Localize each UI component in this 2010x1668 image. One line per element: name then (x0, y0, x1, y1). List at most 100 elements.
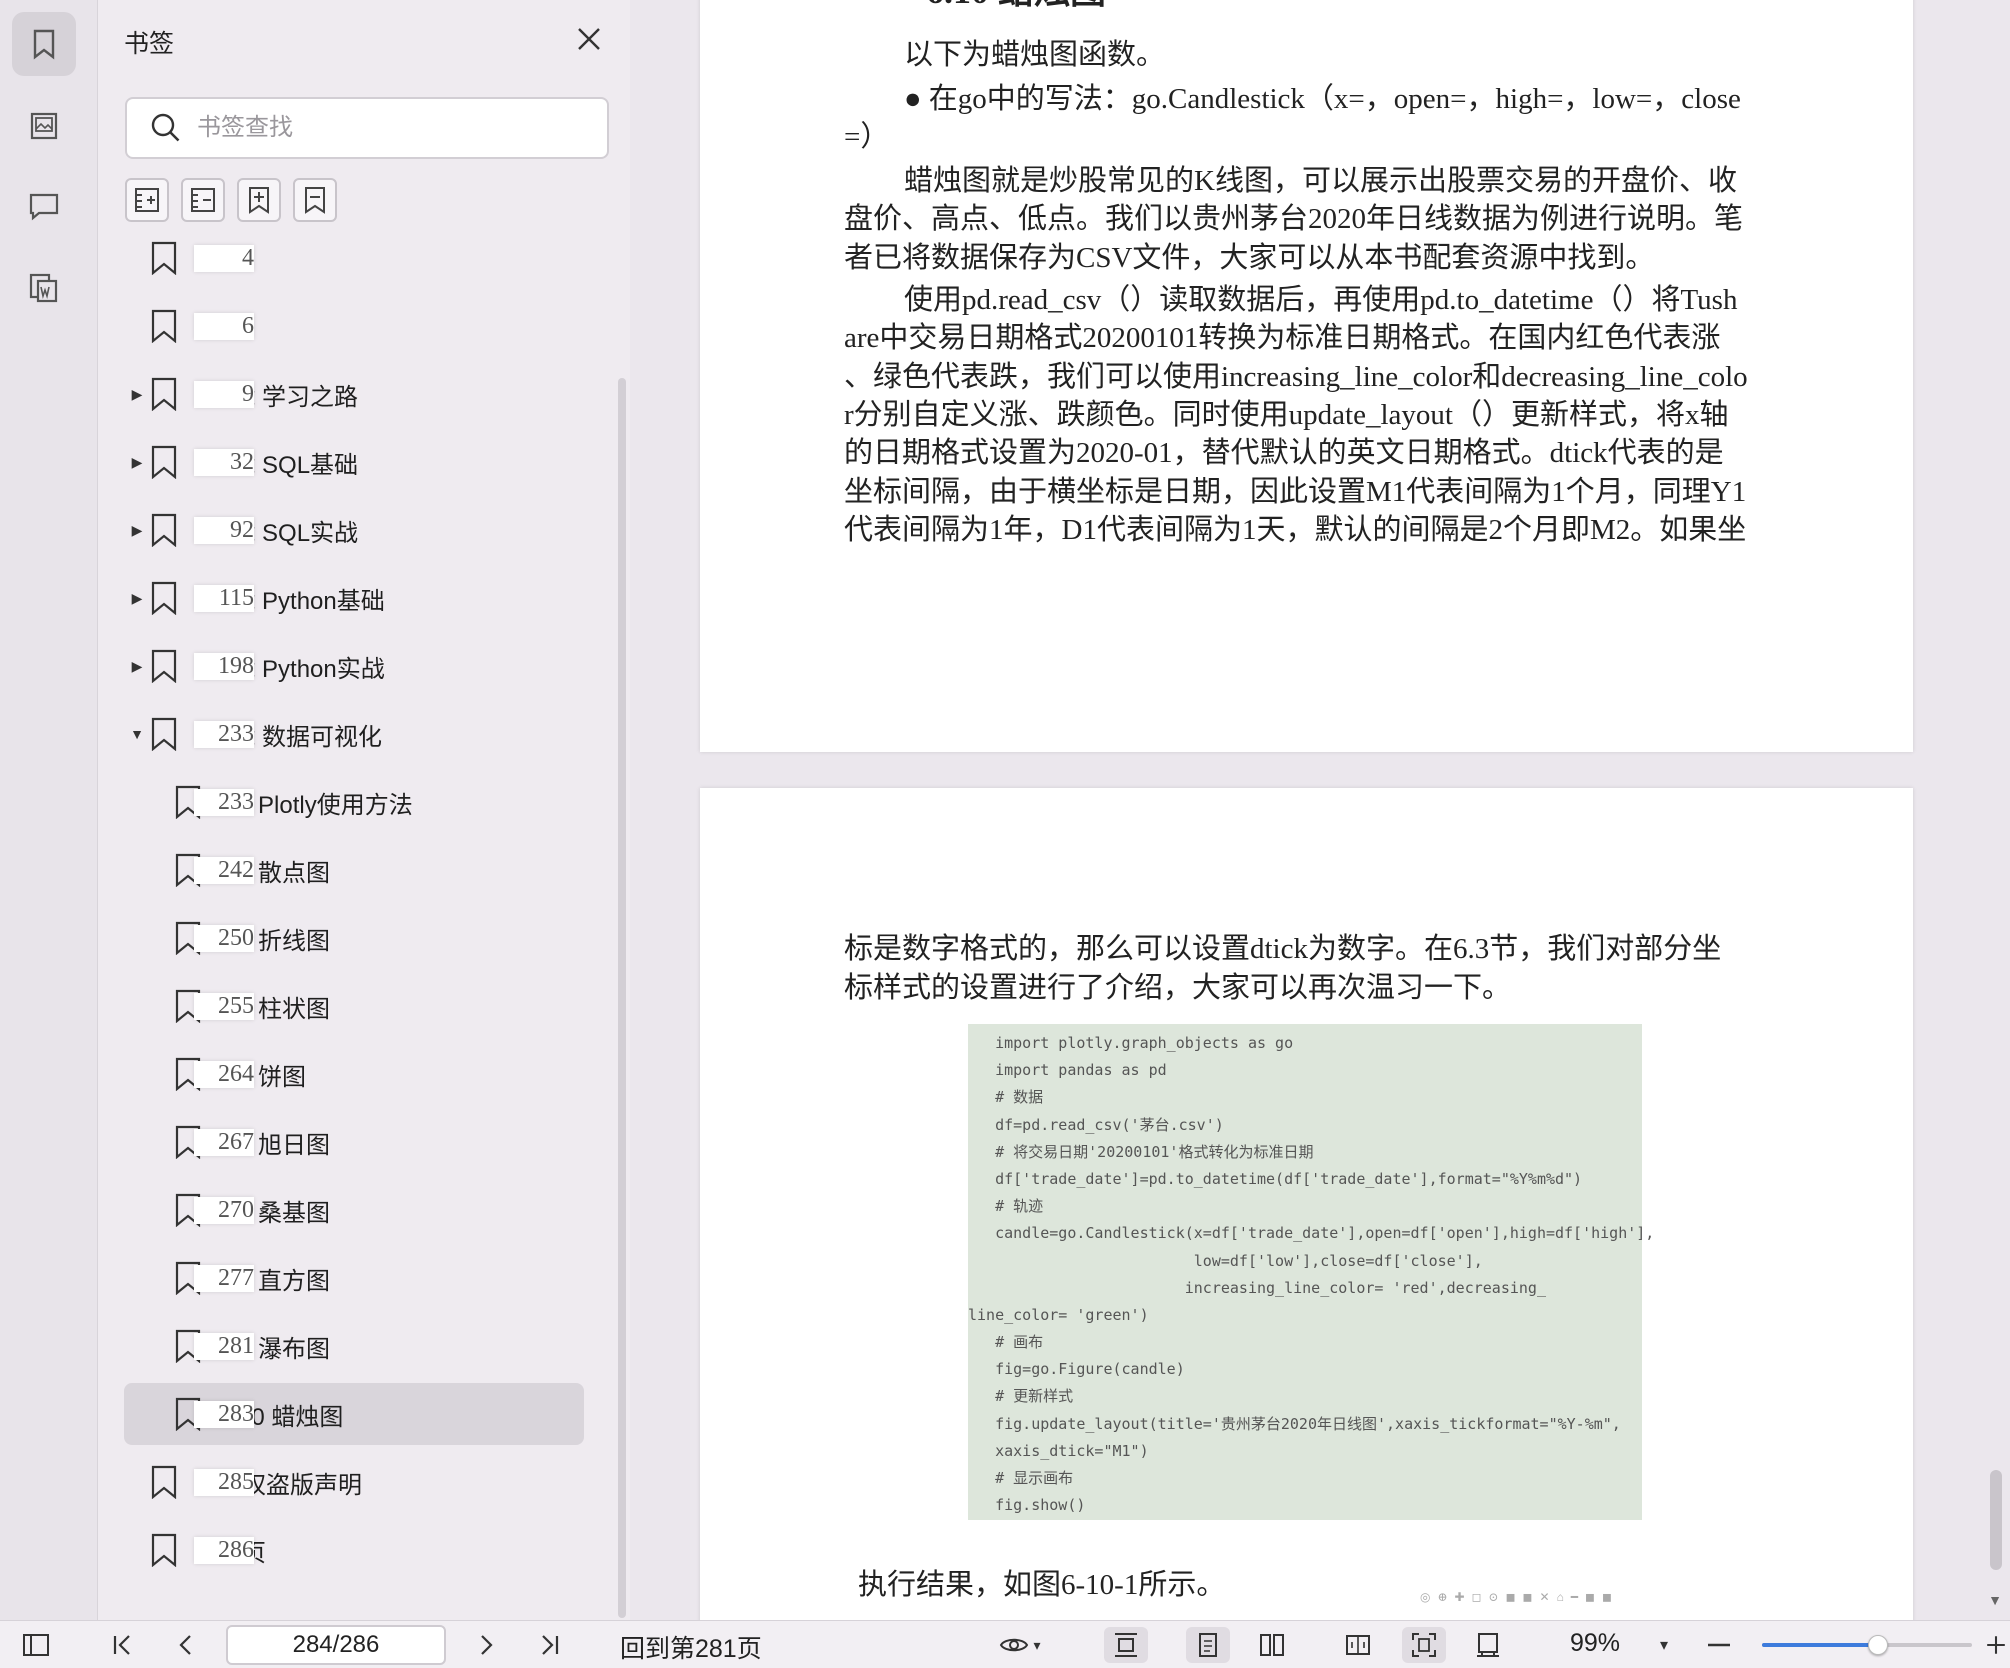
bookmark-page-number: 270 (194, 1196, 254, 1224)
bookmark-item[interactable]: 6.6 旭日图 267 (124, 1111, 584, 1173)
bookmark-item[interactable]: 6.2 散点图 242 (124, 839, 584, 901)
bookmark-icon (151, 513, 177, 547)
last-page-button[interactable] (532, 1627, 568, 1663)
back-to-page-link[interactable]: 回到第281页 (620, 1629, 762, 1665)
bookmark-item[interactable]: 反侵权盗版声明 285 (124, 1451, 584, 1513)
rotate-view-button[interactable] (1466, 1627, 1510, 1663)
bookmark-item[interactable]: 6.1 Plotly使用方法 233 (124, 771, 584, 833)
bookmark-item[interactable]: 6.8 直方图 277 (124, 1247, 584, 1309)
single-page-icon (1199, 1633, 1217, 1657)
document-page: 标是数字格式的，那么可以设置dtick为数字。在6.3节，我们对部分坐 标样式的设… (700, 788, 1913, 1620)
single-page-button[interactable] (1186, 1627, 1230, 1663)
fit-width-button[interactable] (1104, 1627, 1148, 1663)
two-page-button[interactable] (1250, 1627, 1294, 1663)
chevron-down-icon: ▾ (1033, 1636, 1041, 1653)
bookmark-icon (151, 445, 177, 479)
paragraph-line: r分别自定义涨、跌颜色。同时使用update_layout（）更新样式，将x轴 (844, 399, 1729, 431)
bookmark-item[interactable]: ▶ 第5章 Python实战 198 (124, 635, 584, 697)
bookmark-item[interactable]: 6.3 折线图 250 (124, 907, 584, 969)
bookmark-item[interactable]: ▶ 第4章 Python基础 115 (124, 567, 584, 629)
bookmark-page-number: 277 (194, 1264, 254, 1292)
add-bookmark-button[interactable] (237, 178, 281, 222)
scroll-down-arrow-icon[interactable]: ▼ (1988, 1592, 2002, 1608)
comment-panel-button[interactable] (12, 174, 76, 238)
bookmark-item[interactable]: ▶ 第2章 SQL基础 32 (124, 431, 584, 493)
chevron-right-icon (481, 1635, 493, 1655)
bookmark-item[interactable]: 6.4 柱状图 255 (124, 975, 584, 1037)
previous-page-button[interactable] (168, 1627, 204, 1663)
paragraph-line: ● 在go中的写法：go.Candlestick（x=，open=，high=，… (904, 83, 1741, 115)
thumbnail-panel-button[interactable] (12, 94, 76, 158)
zoom-slider-knob[interactable] (1867, 1635, 1888, 1655)
zoom-slider-fill (1762, 1643, 1878, 1647)
first-page-button[interactable] (104, 1627, 140, 1663)
code-line: import plotly.graph_objects as go (968, 1034, 1294, 1052)
first-page-icon (113, 1635, 130, 1655)
bookmark-panel-button[interactable] (12, 12, 76, 76)
bookmark-item[interactable]: 后折页286 (124, 1519, 584, 1581)
code-line: candle=go.Candlestick(x=df['trade_date']… (968, 1224, 1655, 1243)
zoom-slider[interactable] (1762, 1635, 1972, 1655)
paragraph-line: are中交易日期格式20200101转换为标准日期格式。在国内红色代表涨 (844, 322, 1721, 354)
document-copy-icon (29, 273, 58, 303)
bookmark-page-number: 233 (194, 788, 254, 816)
view-mode-dropdown[interactable]: ▾ (990, 1627, 1050, 1663)
bookmark-search-input[interactable] (197, 114, 577, 142)
bookmark-item[interactable]: ▶ 第1章 学习之路 9 (124, 363, 584, 425)
code-line: line_color= 'green') (968, 1305, 1149, 1324)
fit-page-button[interactable] (1402, 1627, 1446, 1663)
bookmark-item[interactable]: 6.5 饼图 264 (124, 1043, 584, 1105)
caret-right-icon[interactable]: ▶ (130, 658, 144, 674)
zoom-dropdown-button[interactable]: ▾ (1652, 1627, 1676, 1663)
chevron-left-icon (179, 1635, 191, 1655)
caret-right-icon[interactable]: ▶ (130, 522, 144, 538)
caret-right-icon[interactable]: ▶ (130, 454, 144, 470)
page-number-input[interactable]: 284/286 (226, 1625, 446, 1665)
remove-bookmark-button[interactable] (293, 178, 337, 222)
bookmark-item[interactable]: 6.7 桑基图 270 (124, 1179, 584, 1241)
code-line: # 将交易日期'20200101'格式转化为标准日期 (968, 1142, 1314, 1161)
zoom-in-button[interactable] (1984, 1627, 2008, 1663)
plus-icon (1987, 1636, 2005, 1654)
caret-right-icon[interactable]: ▶ (130, 590, 144, 606)
bookmark-item[interactable]: 自序6 (124, 295, 584, 357)
bookmark-page-number: 115 (194, 584, 254, 612)
next-page-button[interactable] (468, 1627, 504, 1663)
book-view-button[interactable] (1336, 1627, 1380, 1663)
toggle-sidebar-button[interactable] (18, 1627, 54, 1663)
bookmark-item[interactable]: 6.9 瀑布图 281 (124, 1315, 584, 1377)
screen-icon (1477, 1633, 1499, 1657)
bottom-toolbar: 284/286 回到第281页 ▾ 99% ▾ (0, 1620, 2010, 1668)
bookmark-item[interactable]: 前言4 (124, 227, 584, 289)
document-scrollbar[interactable] (1990, 1470, 2002, 1570)
close-icon[interactable] (574, 24, 604, 54)
fit-page-icon (1412, 1633, 1436, 1657)
fit-width-icon (1115, 1633, 1137, 1657)
bookmark-page-number: 285 (194, 1468, 254, 1496)
attachment-panel-button[interactable] (12, 256, 76, 320)
code-line: increasing_line_color= 'red',decreasing_ (968, 1278, 1546, 1297)
bookmark-item[interactable]: 6.10 蜡烛图 283 (124, 1383, 584, 1445)
zoom-level[interactable]: 99% (1570, 1629, 1620, 1658)
panel-scrollbar[interactable] (618, 378, 626, 1618)
paragraph-line: 坐标间隔，由于横坐标是日期，因此设置M1代表间隔为1个月，同理Y1 (844, 476, 1747, 508)
expand-all-button[interactable] (125, 178, 169, 222)
code-line: # 轨迹 (968, 1197, 1044, 1216)
bookmark-icon (151, 241, 177, 275)
bookmark-item[interactable]: ▼ 第6章 数据可视化 233 (124, 703, 584, 765)
bookmark-icon (151, 717, 177, 751)
bookmark-icon (151, 377, 177, 411)
left-rail (0, 0, 98, 1620)
caret-down-icon[interactable]: ▼ (130, 726, 144, 742)
paragraph-line: 蜡烛图就是炒股常见的K线图，可以展示出股票交易的开盘价、收 (904, 165, 1737, 197)
caret-right-icon[interactable]: ▶ (130, 386, 144, 402)
eye-icon (1000, 1638, 1029, 1652)
collapse-all-button[interactable] (181, 178, 225, 222)
book-view-icon (1346, 1635, 1370, 1655)
bookmark-item[interactable]: ▶ 第3章 SQL实战 92 (124, 499, 584, 561)
bookmark-icon (151, 649, 177, 683)
paragraph-line: 标是数字格式的，那么可以设置dtick为数字。在6.3节，我们对部分坐 (844, 933, 1722, 965)
paragraph-line: 的日期格式设置为2020-01，替代默认的英文日期格式。dtick代表的是 (844, 437, 1724, 469)
zoom-out-button[interactable] (1704, 1627, 1734, 1663)
code-line: # 数据 (968, 1088, 1044, 1107)
